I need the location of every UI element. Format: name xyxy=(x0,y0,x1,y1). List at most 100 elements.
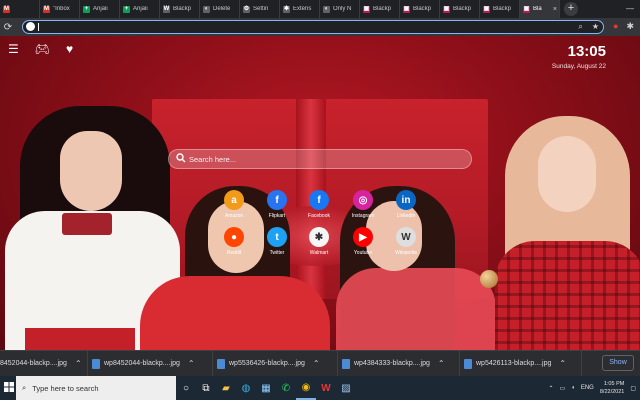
download-shelf: 8452044-blackp....jpg ⌃ wp8452044-blackp..… xyxy=(0,350,640,377)
edge-icon[interactable]: ◍ xyxy=(236,376,256,400)
google-icon xyxy=(26,22,35,31)
gamepad-icon[interactable]: 🎮︎ xyxy=(35,42,50,56)
new-tab-button[interactable]: + xyxy=(564,2,578,16)
task-view-icon[interactable]: ⧉ xyxy=(196,376,216,400)
browser-tab[interactable]: ▣ Blackp xyxy=(440,0,480,18)
browser-tab[interactable]: ▣ Blackp xyxy=(400,0,440,18)
tray-date: 8/22/2021 xyxy=(599,389,625,395)
tab-label: Blackp xyxy=(173,6,192,12)
browser-tab[interactable]: ▣ Blackp xyxy=(480,0,520,18)
browser-tab[interactable]: ⚙ Settin xyxy=(240,0,280,18)
tray-clock[interactable]: 1:05 PM 8/22/2021 xyxy=(600,380,624,396)
browser-tab[interactable]: ▣ Blackp xyxy=(360,0,400,18)
download-item[interactable]: wp5426113-blackp....jpg ⌃ xyxy=(460,350,582,377)
search-input[interactable] xyxy=(189,153,449,166)
search-box[interactable] xyxy=(168,149,472,169)
download-item[interactable]: wp8452044-blackp....jpg ⌃ xyxy=(88,350,213,377)
reddit-icon: ● xyxy=(224,227,244,247)
browser-tab[interactable]: W Blackp xyxy=(160,0,200,18)
text-caret xyxy=(38,23,39,31)
volume-icon[interactable]: ◖ xyxy=(571,385,575,391)
tab-favicon-icon: + xyxy=(83,5,90,13)
browser-tab[interactable]: ◐ Only N xyxy=(320,0,360,18)
chrome-icon[interactable]: ◉ xyxy=(296,376,316,400)
image-file-icon xyxy=(217,358,225,369)
show-all-downloads-button[interactable]: Show xyxy=(602,355,634,371)
tab-favicon-icon: ▣ xyxy=(483,5,490,13)
browser-tab[interactable]: ▣ Bla × xyxy=(520,0,560,18)
taskbar-search-icon: ⌕ xyxy=(22,383,27,392)
amazon-icon: a xyxy=(224,190,244,210)
language-indicator[interactable]: ENG xyxy=(581,385,594,391)
store-icon[interactable]: ▦ xyxy=(256,376,276,400)
shortcut-walmart[interactable]: ✱ Walmart xyxy=(297,227,341,267)
address-bar[interactable]: ⌕ ★ xyxy=(22,20,604,34)
bookmark-star-icon[interactable]: ★ xyxy=(592,21,599,32)
tab-label: Anjali xyxy=(133,6,148,12)
download-item[interactable]: 8452044-blackp....jpg ⌃ xyxy=(0,350,88,377)
system-tray: ⌃ ▭ ◖ ENG 1:05 PM 8/22/2021 ▢ xyxy=(549,376,636,400)
shortcut-facebook[interactable]: f Facebook xyxy=(297,190,341,230)
shortcut-reddit[interactable]: ● Reddit xyxy=(212,227,256,267)
shortcut-youtube[interactable]: ▶ Youtube xyxy=(341,227,385,267)
file-explorer-icon[interactable]: ▰ xyxy=(216,376,236,400)
download-menu-chevron-icon[interactable]: ⌃ xyxy=(438,359,445,368)
tab-close-icon[interactable]: × xyxy=(553,6,557,13)
extension-red-icon[interactable]: ● xyxy=(613,21,618,32)
reload-icon[interactable]: ⟳ xyxy=(0,22,16,33)
minimize-icon[interactable]: — xyxy=(626,4,634,13)
shortcut-linkedin[interactable]: in Linkedin xyxy=(384,190,428,230)
network-icon[interactable]: ▭ xyxy=(560,385,566,392)
download-menu-chevron-icon[interactable]: ⌃ xyxy=(313,359,320,368)
tray-time: 1:05 PM xyxy=(603,381,625,387)
zoom-search-icon[interactable]: ⌕ xyxy=(578,21,582,32)
browser-tab[interactable]: + Anjali xyxy=(120,0,160,18)
clock-date: Sunday, August 22 xyxy=(551,63,606,70)
tab-label: Delete xyxy=(213,6,231,12)
tray-chevron-icon[interactable]: ⌃ xyxy=(549,385,554,392)
windows-taskbar: ⌕ Type here to search ○ ⧉ ▰ ◍ ▦ ✆ ◉ W ▨ xyxy=(0,376,640,400)
window-controls: — xyxy=(626,4,634,13)
shortcut-label: Linkedin xyxy=(396,213,416,219)
download-menu-chevron-icon[interactable]: ⌃ xyxy=(559,359,566,368)
tab-label: "Inbox xyxy=(53,6,70,12)
wps-office-icon[interactable]: W xyxy=(316,376,336,400)
heart-icon[interactable]: ♥ xyxy=(66,42,73,56)
download-menu-chevron-icon[interactable]: ⌃ xyxy=(75,359,82,368)
browser-tab[interactable]: ✱ Extens xyxy=(280,0,320,18)
tab-favicon-icon: ◐ xyxy=(323,5,330,13)
browser-tab[interactable]: ◐ Delete xyxy=(200,0,240,18)
tab-favicon-icon: ◐ xyxy=(203,5,210,13)
whatsapp-icon[interactable]: ✆ xyxy=(276,376,296,400)
tab-favicon-icon: ▣ xyxy=(523,5,530,13)
tab-favicon-icon: M xyxy=(3,5,10,13)
shortcut-flipkart[interactable]: f Flipkart xyxy=(255,190,299,230)
instagram-icon: ◎ xyxy=(353,190,373,210)
shortcut-amazon[interactable]: a Amazon xyxy=(212,190,256,230)
notifications-icon[interactable]: ▢ xyxy=(630,385,636,392)
tab-favicon-icon: ✱ xyxy=(283,5,290,13)
browser-tab[interactable]: + Anjali xyxy=(80,0,120,18)
taskbar-search[interactable]: ⌕ Type here to search xyxy=(16,376,176,400)
download-item[interactable]: wp4384333-blackp....jpg ⌃ xyxy=(338,350,460,377)
person-4-face xyxy=(538,136,596,212)
shortcut-instagram[interactable]: ◎ Instagram xyxy=(341,190,385,230)
download-item[interactable]: wp5536426-blackp....jpg ⌃ xyxy=(213,350,338,377)
download-menu-chevron-icon[interactable]: ⌃ xyxy=(188,359,195,368)
shortcut-twitter[interactable]: t Twitter xyxy=(255,227,299,267)
browser-tab[interactable]: M xyxy=(0,0,40,18)
cortana-icon[interactable]: ○ xyxy=(176,376,196,400)
windows-start-icon[interactable] xyxy=(2,379,16,397)
twitter-icon: t xyxy=(267,227,287,247)
extensions-puzzle-icon[interactable]: ✱ xyxy=(626,21,634,32)
download-filename: 8452044-blackp....jpg xyxy=(0,360,67,367)
tab-favicon-icon: + xyxy=(123,5,130,13)
walmart-icon: ✱ xyxy=(309,227,329,247)
menu-icon[interactable]: ☰ xyxy=(8,42,19,56)
photos-icon[interactable]: ▨ xyxy=(336,376,356,400)
shortcut-label: Wikipedia xyxy=(395,250,417,256)
clock-time: 13:05 xyxy=(567,43,606,60)
browser-tab[interactable]: M "Inbox xyxy=(40,0,80,18)
shortcut-wikipedia[interactable]: W Wikipedia xyxy=(384,227,428,267)
tab-favicon-icon: ⚙ xyxy=(243,5,250,13)
